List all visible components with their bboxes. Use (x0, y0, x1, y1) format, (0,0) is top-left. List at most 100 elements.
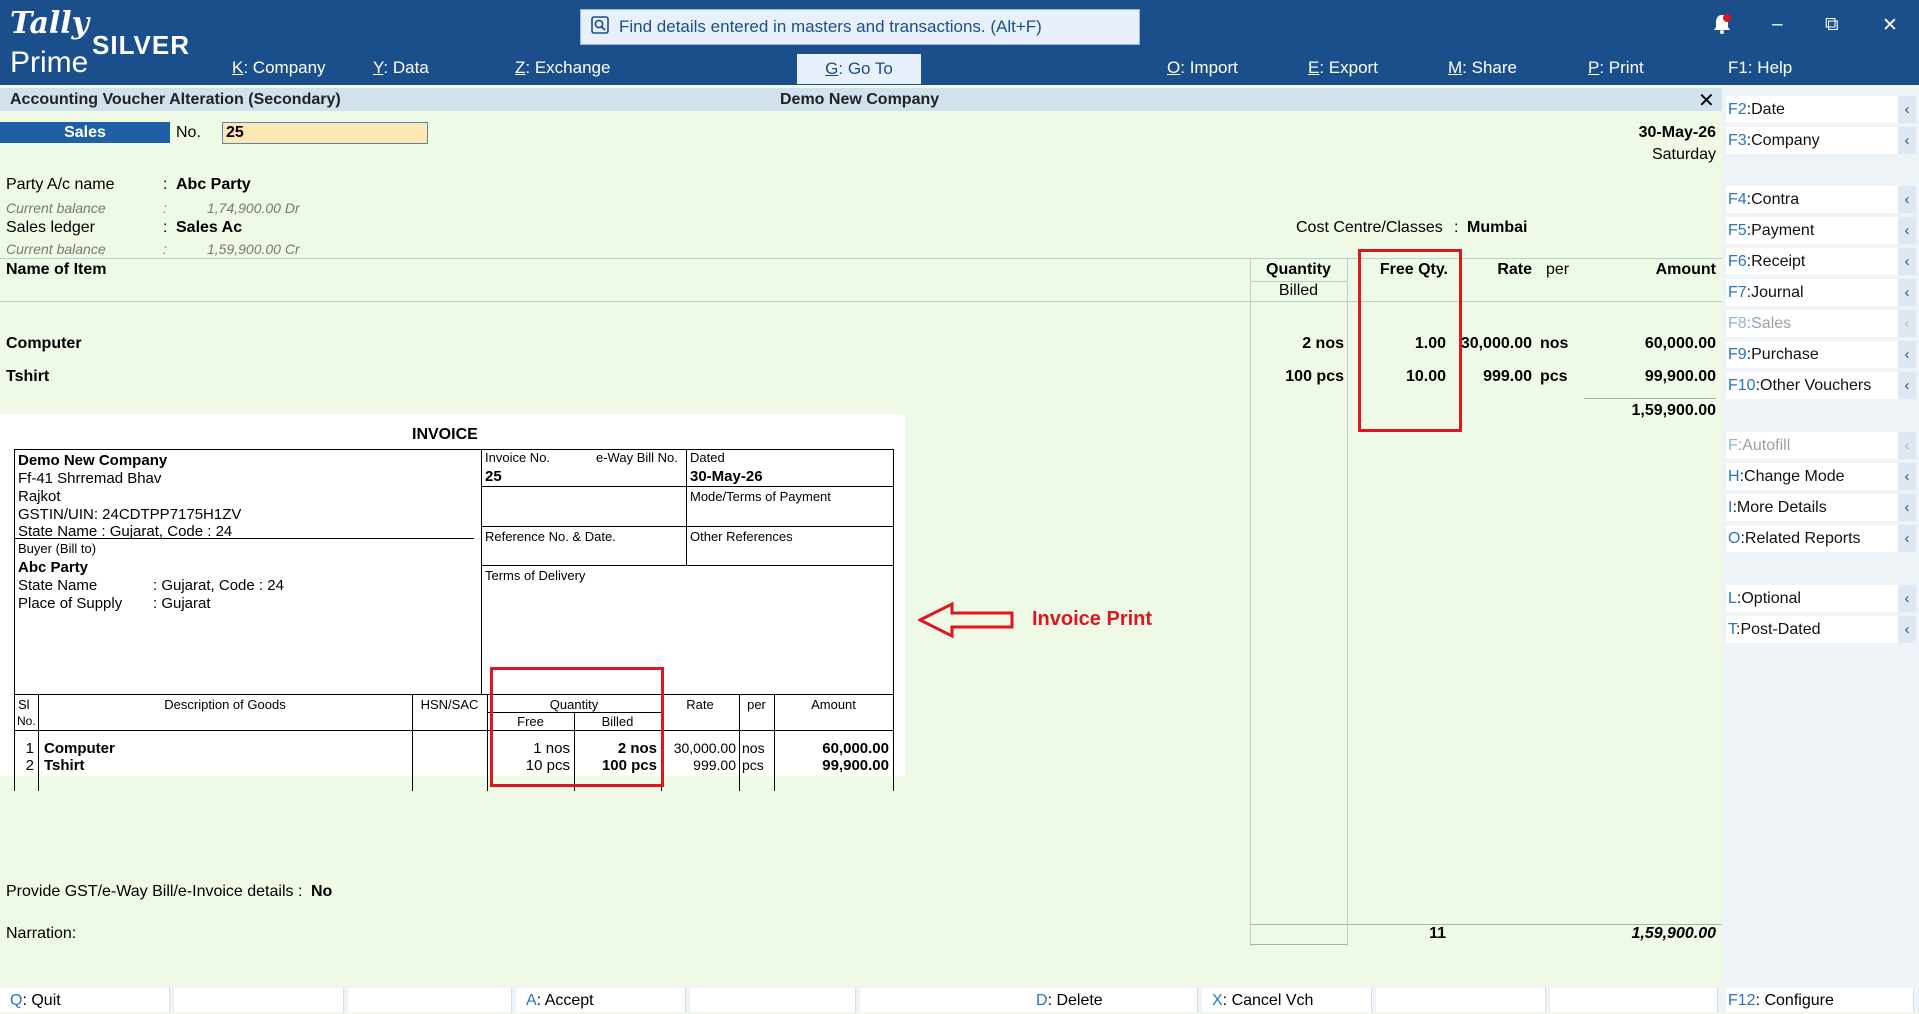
invoice-no-label: Invoice No. (485, 450, 551, 465)
invoice-row1-per: nos (742, 740, 765, 756)
row2-item[interactable]: Tshirt (6, 368, 49, 386)
chevron-left-icon[interactable]: ‹ (1898, 463, 1916, 490)
bottom-empty-6[interactable] (1550, 988, 1718, 1012)
menu-help[interactable]: F1: Help (1728, 58, 1792, 78)
side-button-receipt[interactable]: F6:Receipt (1726, 248, 1914, 275)
side-button-company[interactable]: F3:Company (1726, 127, 1914, 154)
side-button-payment[interactable]: F5:Payment (1726, 217, 1914, 244)
side-button-contra[interactable]: F4:Contra (1726, 186, 1914, 213)
side-button-other-vouchers[interactable]: F10:Other Vouchers (1726, 372, 1914, 399)
chevron-left-icon[interactable]: ‹ (1898, 432, 1916, 459)
side-button-more-details[interactable]: I:More Details (1726, 494, 1914, 521)
row1-per[interactable]: nos (1540, 335, 1568, 353)
row1-amount[interactable]: 60,000.00 (1600, 335, 1716, 353)
close-window-button[interactable]: ✕ (1882, 14, 1898, 37)
menu-data[interactable]: Y: Data (373, 58, 429, 78)
minimize-button[interactable]: – (1772, 14, 1783, 36)
bottom-empty-2[interactable] (348, 988, 512, 1012)
menu-print[interactable]: P: Print (1588, 58, 1644, 78)
chevron-left-icon[interactable]: ‹ (1898, 494, 1916, 521)
side-button-related-reports[interactable]: O:Related Reports (1726, 525, 1914, 552)
close-form-icon[interactable]: ✕ (1698, 88, 1715, 113)
menu-go-to[interactable]: G: Go To (797, 54, 921, 84)
sales-ledger-value[interactable]: Sales Ac (176, 219, 242, 237)
voucher-date[interactable]: 30-May-26 (1638, 124, 1716, 142)
row2-amount[interactable]: 99,900.00 (1600, 368, 1716, 386)
side-button-optional[interactable]: L:Optional (1726, 585, 1914, 612)
chevron-left-icon[interactable]: ‹ (1898, 525, 1916, 552)
side-button-date[interactable]: F2:Date (1726, 96, 1914, 123)
delete-button[interactable]: D: Delete (1026, 988, 1198, 1012)
party-value[interactable]: Abc Party (176, 176, 251, 194)
invoice-qty-highlight-box (490, 667, 664, 787)
party-label: Party A/c name (6, 176, 115, 193)
chevron-left-icon[interactable]: ‹ (1898, 217, 1916, 244)
search-box[interactable]: Find details entered in masters and tran… (580, 9, 1140, 45)
menu-import[interactable]: O: Import (1167, 58, 1238, 78)
invoice-row2-amount: 99,900.00 (822, 757, 889, 774)
left-arrow-icon (916, 600, 1014, 645)
invoice-row-line-1 (481, 486, 894, 487)
side-button-post-dated[interactable]: T:Post-Dated (1726, 616, 1914, 643)
row1-qty[interactable]: 2 nos (1250, 335, 1344, 353)
party-balance: 1,74,900.00 Dr (207, 200, 300, 216)
voucher-no-input[interactable]: 25 (222, 122, 428, 144)
side-button-sales[interactable]: F8:Sales (1726, 310, 1914, 337)
menu-company[interactable]: K: Company (232, 58, 326, 78)
sales-balance: 1,59,900.00 Cr (207, 241, 300, 257)
side-button-autofill[interactable]: F:Autofill (1726, 432, 1914, 459)
chevron-left-icon[interactable]: ‹ (1898, 127, 1916, 154)
invoice-row2-sl: 2 (25, 757, 34, 774)
invoice-col-amount: Amount (811, 697, 856, 712)
chevron-left-icon[interactable]: ‹ (1898, 96, 1916, 123)
chevron-left-icon[interactable]: ‹ (1898, 616, 1916, 643)
party-balance-label: Current balance (6, 200, 106, 216)
chevron-left-icon[interactable]: ‹ (1898, 341, 1916, 368)
bottom-empty-5[interactable] (1376, 988, 1546, 1012)
row2-rate[interactable]: 999.00 (1450, 368, 1532, 386)
col-header-quantity: Quantity (1266, 261, 1331, 278)
chevron-left-icon[interactable]: ‹ (1898, 186, 1916, 213)
side-button-purchase[interactable]: F9:Purchase (1726, 341, 1914, 368)
invoice-row2-rate: 999.00 (693, 757, 736, 773)
invoice-buyer-state-label: State Name (18, 577, 98, 594)
cost-centre-value[interactable]: Mumbai (1467, 219, 1527, 237)
gst-details-value[interactable]: No (311, 883, 332, 901)
invoice-row1-amount: 60,000.00 (822, 740, 889, 757)
side-button-change-mode[interactable]: H:Change Mode (1726, 463, 1914, 490)
gst-details-label: Provide GST/e-Way Bill/e-Invoice details (6, 883, 294, 900)
row1-item[interactable]: Computer (6, 335, 82, 353)
chevron-left-icon[interactable]: ‹ (1898, 248, 1916, 275)
bottom-empty-4[interactable] (860, 988, 1030, 1012)
bell-icon[interactable] (1712, 13, 1732, 40)
bottom-empty-1[interactable] (174, 988, 344, 1012)
row2-per[interactable]: pcs (1540, 368, 1568, 386)
party-balance-colon: : (163, 200, 167, 216)
subtotal-line (1584, 398, 1716, 399)
side-button-journal[interactable]: F7:Journal (1726, 279, 1914, 306)
cancel-voucher-button[interactable]: X: Cancel Vch (1202, 988, 1372, 1012)
restore-button[interactable]: ⧉ (1825, 14, 1839, 36)
menu-exchange[interactable]: Z: Exchange (515, 58, 610, 78)
accept-button[interactable]: A: Accept (516, 988, 686, 1012)
chevron-left-icon[interactable]: ‹ (1898, 372, 1916, 399)
configure-button[interactable]: F12: Configure (1726, 988, 1914, 1012)
chevron-left-icon[interactable]: ‹ (1898, 310, 1916, 337)
chevron-left-icon[interactable]: ‹ (1898, 585, 1916, 612)
chevron-left-icon[interactable]: ‹ (1898, 279, 1916, 306)
gst-details-colon: : (298, 883, 303, 900)
cost-centre-colon: : (1454, 219, 1459, 236)
invoice-mode-label: Mode/Terms of Payment (690, 489, 831, 504)
bottom-empty-3[interactable] (690, 988, 856, 1012)
voucher-type[interactable]: Sales (0, 122, 170, 143)
sales-ledger-label: Sales ledger (6, 219, 95, 236)
menu-export[interactable]: E: Export (1308, 58, 1378, 78)
quit-button[interactable]: Q: Quit (0, 988, 170, 1012)
col-header-rate: Rate (1497, 261, 1532, 278)
invoice-items-left-line (14, 695, 15, 791)
menu-share[interactable]: M: Share (1448, 58, 1517, 78)
row1-rate[interactable]: 30,000.00 (1450, 335, 1532, 353)
row2-qty[interactable]: 100 pcs (1250, 368, 1344, 386)
invoice-terms-label: Terms of Delivery (485, 568, 586, 583)
invoice-pos-label: Place of Supply (18, 595, 123, 612)
